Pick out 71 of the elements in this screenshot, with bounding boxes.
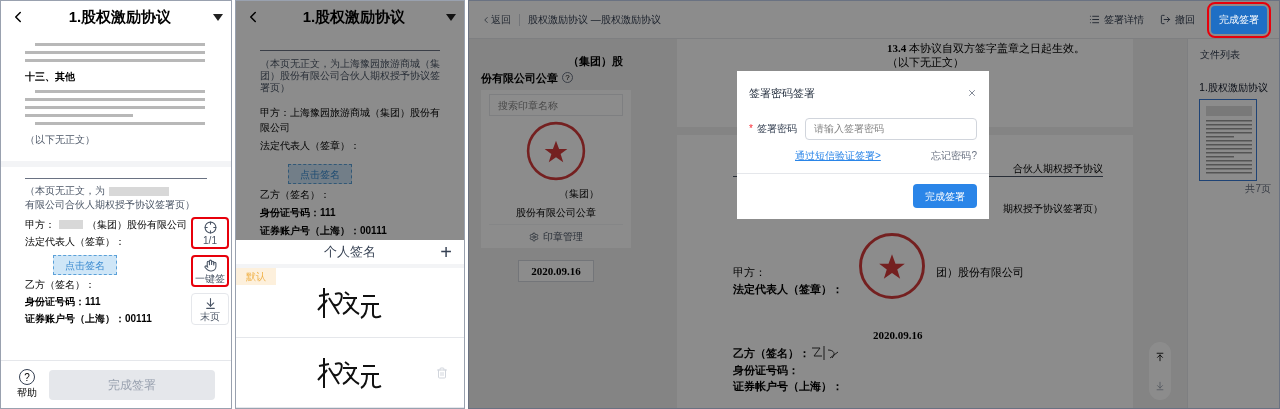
document-title: 1.股权激励协议: [301, 6, 407, 27]
end-note: （以下无正文）: [25, 133, 96, 147]
seal-manage-button[interactable]: 印章管理: [489, 224, 623, 244]
add-signature-button[interactable]: +: [440, 242, 452, 262]
seal-panel-title: 份有限公司公章: [481, 70, 558, 86]
blurred-text-drawing: [109, 186, 169, 196]
tool-button[interactable]: 1/1: [191, 217, 229, 249]
default-badge: 默认: [236, 268, 276, 285]
company-name: 团）股份有限公司: [936, 265, 1024, 280]
party-label: 甲方：: [733, 265, 766, 280]
date-stamp-button[interactable]: 2020.09.16: [518, 260, 594, 282]
id-number: 身份证号码：111: [25, 295, 101, 309]
password-field[interactable]: 请输入签署密码: [804, 117, 977, 140]
field-label: 签署密码: [756, 122, 797, 136]
document-title: 1.股权激励协议: [67, 6, 173, 27]
seal-panel-title: （集团）股: [567, 54, 624, 69]
page-title: 期权授予协议签署页）: [1003, 202, 1103, 216]
note-text: （本页无正文，为: [25, 185, 105, 197]
party-b-label: 乙方（签名）：: [733, 346, 810, 361]
close-icon[interactable]: [967, 88, 977, 99]
legal-rep-label: 法定代表人（签章）：: [260, 139, 361, 153]
id-number-label: 身份证号码：: [733, 362, 800, 378]
note-text: 有限公司合伙人期权授予协议签署页）: [25, 199, 196, 211]
seal-search-field[interactable]: 搜索印章名称: [489, 94, 623, 116]
list-icon: [1089, 14, 1100, 25]
dropdown-caret-icon[interactable]: [213, 13, 223, 21]
submit-button[interactable]: 完成签署: [913, 184, 977, 209]
sms-verify-link[interactable]: 通过短信验证签署>: [795, 147, 881, 163]
tool-button[interactable]: 一键签: [191, 255, 229, 287]
sign-date: 2020.09.16: [873, 328, 924, 343]
legal-rep-label: 法定代表人（签章）：: [733, 281, 844, 297]
account-label: 证券帐户号（上海）：: [733, 379, 844, 394]
required-mark: *: [749, 122, 753, 136]
dialog-title: 签署密码签署: [749, 86, 815, 101]
page-title: 股权激励协议 —股权激励协议: [528, 13, 661, 27]
section-heading: 十三、其他: [25, 70, 76, 84]
seal-caption: （集团）: [559, 187, 600, 201]
id-number: 身份证号码：111: [260, 206, 337, 220]
party-b-label: 乙方（签名）：: [260, 188, 331, 202]
forgot-password-link[interactable]: 忘记密码?: [931, 147, 977, 163]
chevron-left-icon: [481, 14, 491, 25]
party-label: 甲方：: [25, 218, 55, 232]
note-text: （本页无正文，为上海豫园旅游商城（集团）股份有限公司合伙人期权授予协议签署页）: [260, 58, 440, 94]
toolbar-button[interactable]: 撤回: [1160, 12, 1195, 27]
help-button[interactable]: ? 帮助: [17, 369, 37, 400]
gear-icon: [529, 231, 539, 242]
sign-here-box[interactable]: 点击签名: [53, 255, 117, 275]
company-name: （集团）股份有限公司: [87, 218, 187, 232]
hand-icon: [203, 258, 217, 272]
scroll-top-icon[interactable]: [1155, 351, 1165, 362]
tool-button[interactable]: 末页: [191, 293, 229, 325]
back-link[interactable]: 返回: [481, 12, 511, 27]
seal-caption: 股份有限公司公章: [516, 206, 596, 220]
seal-stamp-drawing: [525, 120, 587, 182]
account-number: 证券账户号（上海）：00111: [25, 312, 152, 326]
page-count: 共7页: [1245, 182, 1272, 196]
party-a-text: 甲方：上海豫园旅游商城（集团）股份有限公司: [260, 106, 440, 135]
clause-text: 13.4 本协议自双方签字盖章之日起生效。: [887, 41, 1086, 55]
account-number: 证券账户号（上海）：00111: [260, 224, 388, 238]
file-item[interactable]: 1.股权激励协议: [1199, 80, 1268, 181]
end-note: （以下无正文）: [887, 55, 965, 69]
page-header: 合伙人期权授予协议: [1013, 162, 1103, 176]
file-list-title: 文件列表: [1199, 48, 1240, 62]
toolbar-button[interactable]: 签署详情: [1089, 12, 1144, 27]
party-b-label: 乙方（签名）：: [25, 278, 95, 292]
download-icon: [203, 296, 217, 310]
blurred-text-drawing: [59, 220, 83, 229]
exit-icon: [1160, 14, 1171, 25]
crosshair-icon: [203, 220, 217, 234]
seal-stamp-drawing: [857, 231, 927, 301]
sheet-title: 个人签名: [324, 243, 376, 262]
